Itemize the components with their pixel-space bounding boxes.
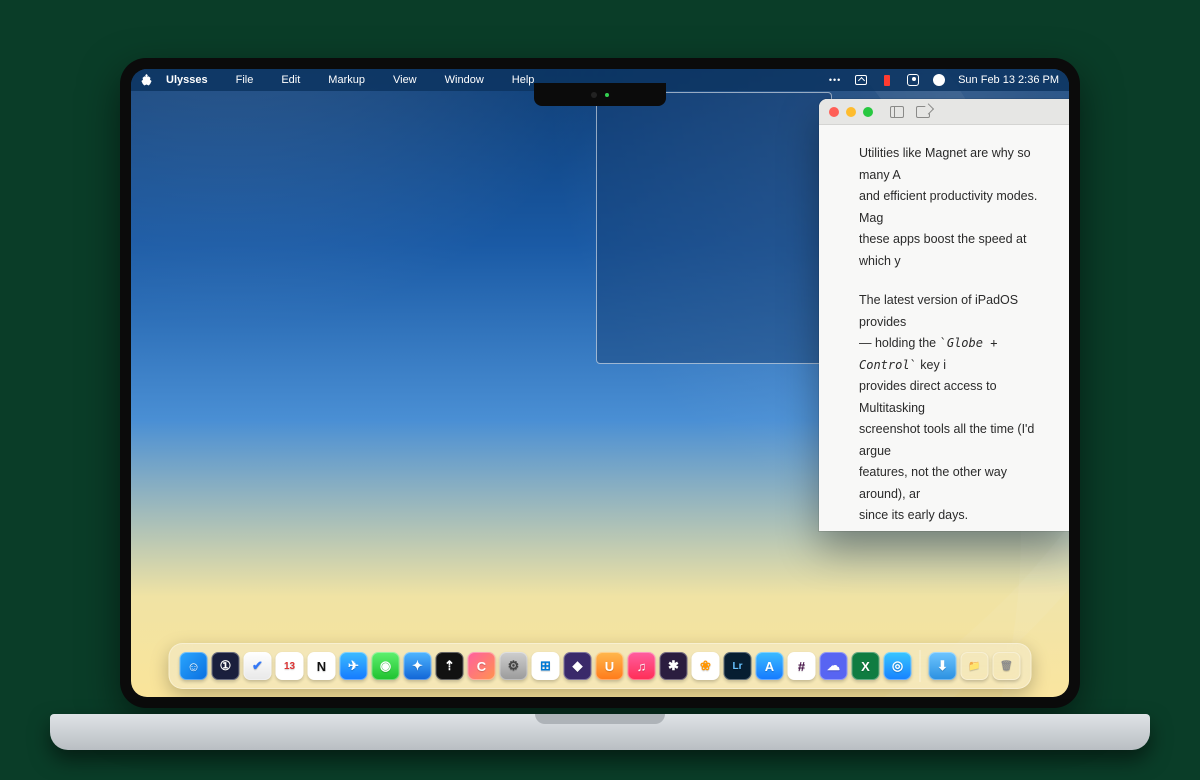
- dock-app-trash[interactable]: 🗑: [993, 652, 1021, 680]
- menu-item-markup[interactable]: Markup: [328, 74, 365, 86]
- dock-separator: [920, 650, 921, 682]
- dock-app-things[interactable]: ✔: [244, 652, 272, 680]
- dock-app-appstore[interactable]: A: [756, 652, 784, 680]
- menu-item-file[interactable]: File: [236, 74, 254, 86]
- app-menu[interactable]: Ulysses: [166, 74, 208, 86]
- dock-app-music[interactable]: ♫: [628, 652, 656, 680]
- window-zoom-button[interactable]: [863, 107, 873, 117]
- dock-app-safari[interactable]: ✦: [404, 652, 432, 680]
- menu-item-edit[interactable]: Edit: [281, 74, 300, 86]
- editor-body[interactable]: Utilities like Magnet are why so many Aa…: [819, 125, 1069, 531]
- dock-app-cleanshot[interactable]: ◎: [884, 652, 912, 680]
- dock-app-spark[interactable]: ✈: [340, 652, 368, 680]
- editor-paragraph: and efficient productivity modes. Mag: [859, 186, 1041, 229]
- menu-item-window[interactable]: Window: [445, 74, 484, 86]
- laptop-base: [50, 714, 1150, 750]
- user-menuextra-icon[interactable]: [932, 73, 946, 87]
- dock: ☺①✔13N✈◉✦⇡C⚙⊞◆U♫✱❀LrA#☁X◎ ⬇📁🗑: [169, 643, 1032, 689]
- editor-paragraph: features, not the other way around), ar: [859, 462, 1041, 505]
- sidebar-toggle-icon[interactable]: [890, 106, 904, 118]
- dock-app-excel[interactable]: X: [852, 652, 880, 680]
- inline-code: Globe + Control: [859, 336, 997, 372]
- ulysses-window[interactable]: Utilities like Magnet are why so many Aa…: [819, 99, 1069, 531]
- menu-item-help[interactable]: Help: [512, 74, 535, 86]
- dock-app-windows[interactable]: ⊞: [532, 652, 560, 680]
- dock-app-craft[interactable]: C: [468, 652, 496, 680]
- window-minimize-button[interactable]: [846, 107, 856, 117]
- dock-app-notion[interactable]: N: [308, 652, 336, 680]
- battery-low-icon[interactable]: [880, 73, 894, 87]
- laptop-bezel: Ulysses File Edit Markup View Window Help Sun…: [120, 58, 1080, 708]
- dock-app-fantastical[interactable]: 13: [276, 652, 304, 680]
- apple-menu-icon[interactable]: [141, 74, 152, 86]
- dock-app-stocks[interactable]: ⇡: [436, 652, 464, 680]
- dock-app-ulysses[interactable]: U: [596, 652, 624, 680]
- window-snap-menuextra-icon[interactable]: [854, 73, 868, 87]
- editor-paragraph: screenshot tools all the time (I'd argue: [859, 419, 1041, 462]
- control-center-icon[interactable]: [906, 73, 920, 87]
- dock-app-1password[interactable]: ①: [212, 652, 240, 680]
- dock-app-messages[interactable]: ◉: [372, 652, 400, 680]
- dock-app-finder[interactable]: ☺: [180, 652, 208, 680]
- dock-app-lightroom[interactable]: Lr: [724, 652, 752, 680]
- editor-paragraph: The latest version of iPadOS provides: [859, 290, 1041, 333]
- laptop-frame: Ulysses File Edit Markup View Window Help Sun…: [120, 58, 1080, 708]
- dock-app-slack[interactable]: #: [788, 652, 816, 680]
- dock-app-folder[interactable]: 📁: [961, 652, 989, 680]
- dock-app-settings[interactable]: ⚙: [500, 652, 528, 680]
- editor-paragraph: since its early days.: [859, 505, 1041, 527]
- dock-app-discord[interactable]: ☁: [820, 652, 848, 680]
- editor-paragraph: Utilities like Magnet are why so many A: [859, 143, 1041, 186]
- menu-item-view[interactable]: View: [393, 74, 417, 86]
- menubar-clock[interactable]: Sun Feb 13 2:36 PM: [958, 74, 1059, 86]
- editor-paragraph: — holding the Globe + Control key i: [859, 333, 1041, 376]
- dock-app-pixelmator[interactable]: ✱: [660, 652, 688, 680]
- display-notch: [534, 83, 666, 106]
- dock-app-photos[interactable]: ❀: [692, 652, 720, 680]
- window-titlebar[interactable]: [819, 99, 1069, 125]
- editor-paragraph: provides direct access to Multitasking: [859, 376, 1041, 419]
- dock-app-downloads[interactable]: ⬇: [929, 652, 957, 680]
- compose-icon[interactable]: [916, 106, 930, 118]
- magnet-snap-preview: [596, 92, 832, 364]
- menubar-overflow-icon[interactable]: [828, 73, 842, 87]
- editor-paragraph: these apps boost the speed at which y: [859, 229, 1041, 272]
- dock-app-obsidian[interactable]: ◆: [564, 652, 592, 680]
- desktop: Ulysses File Edit Markup View Window Help Sun…: [131, 69, 1069, 697]
- window-close-button[interactable]: [829, 107, 839, 117]
